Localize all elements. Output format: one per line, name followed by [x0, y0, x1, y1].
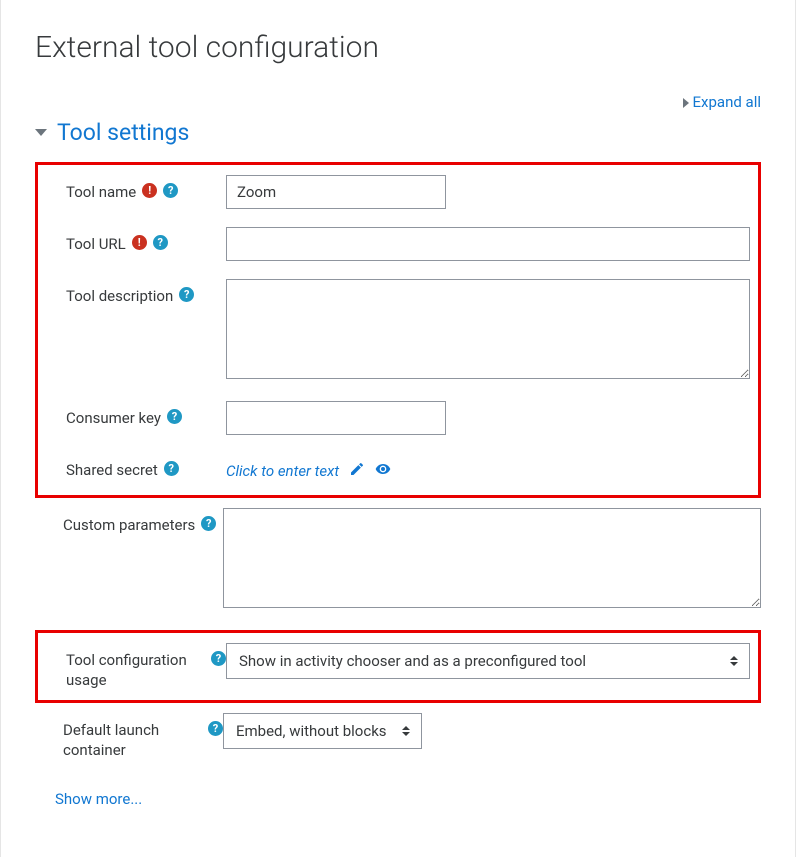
section-title: Tool settings	[57, 119, 189, 146]
help-icon[interactable]: ?	[164, 461, 179, 476]
expand-all-label: Expand all	[693, 93, 761, 111]
row-shared-secret: Shared secret ? Click to enter text	[46, 453, 750, 481]
row-tool-description: Tool description ?	[46, 279, 750, 383]
page-title: External tool configuration	[35, 30, 761, 65]
label-tool-config-usage: Tool configuration usage	[66, 651, 205, 690]
eye-icon	[375, 461, 391, 481]
custom-parameters-textarea[interactable]	[223, 508, 761, 608]
row-consumer-key: Consumer key ?	[46, 401, 750, 435]
show-more-link[interactable]: Show more...	[35, 790, 142, 808]
highlight-box-1: Tool name ! ? Tool URL ! ? Tool descript…	[35, 162, 761, 498]
default-launch-select[interactable]: Embed, without blocks	[223, 713, 422, 749]
row-custom-parameters: Custom parameters ?	[35, 508, 761, 612]
help-icon[interactable]: ?	[208, 721, 223, 736]
highlight-box-2: Tool configuration usage ? Show in activ…	[35, 630, 761, 703]
help-icon[interactable]: ?	[153, 235, 168, 250]
shared-secret-placeholder: Click to enter text	[226, 462, 339, 480]
label-shared-secret: Shared secret	[66, 461, 158, 481]
required-icon: !	[132, 235, 147, 250]
tool-description-textarea[interactable]	[226, 279, 750, 379]
section-header-tool-settings[interactable]: Tool settings	[35, 119, 761, 146]
shared-secret-link[interactable]: Click to enter text	[226, 453, 391, 481]
help-icon[interactable]: ?	[163, 183, 178, 198]
consumer-key-input[interactable]	[226, 401, 446, 435]
label-tool-url: Tool URL	[66, 235, 126, 255]
label-tool-description: Tool description	[66, 287, 173, 307]
label-consumer-key: Consumer key	[66, 409, 161, 429]
caret-down-icon	[35, 129, 47, 136]
row-tool-url: Tool URL ! ?	[46, 227, 750, 261]
caret-right-icon	[683, 98, 689, 108]
help-icon[interactable]: ?	[179, 287, 194, 302]
label-custom-parameters: Custom parameters	[63, 516, 195, 536]
label-default-launch: Default launch container	[63, 721, 202, 760]
label-tool-name: Tool name	[66, 183, 136, 203]
help-icon[interactable]: ?	[201, 516, 216, 531]
tool-name-input[interactable]	[226, 175, 446, 209]
row-tool-config-usage: Tool configuration usage ? Show in activ…	[46, 643, 750, 690]
row-tool-name: Tool name ! ?	[46, 175, 750, 209]
expand-all-link[interactable]: Expand all	[683, 93, 761, 111]
help-icon[interactable]: ?	[211, 651, 226, 666]
pencil-icon	[349, 461, 365, 481]
help-icon[interactable]: ?	[167, 409, 182, 424]
tool-config-usage-select[interactable]: Show in activity chooser and as a precon…	[226, 643, 750, 679]
tool-url-input[interactable]	[226, 227, 750, 261]
row-default-launch: Default launch container ? Embed, withou…	[35, 713, 761, 760]
required-icon: !	[142, 183, 157, 198]
